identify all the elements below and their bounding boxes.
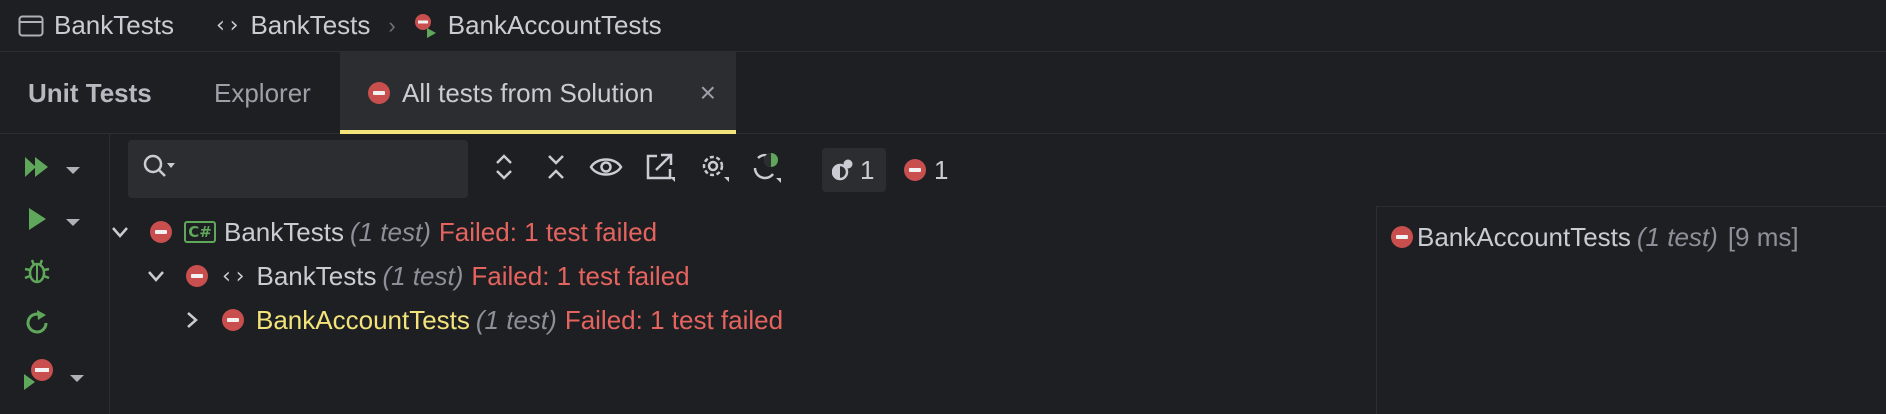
rerun-icon bbox=[22, 308, 52, 345]
run-icon bbox=[22, 206, 52, 239]
failed-counter[interactable]: 1 bbox=[904, 148, 948, 192]
tree-row-namespace[interactable]: ‹› BankTests (1 test) Failed: 1 test fai… bbox=[146, 254, 690, 298]
continuous-testing-icon bbox=[749, 150, 783, 191]
tree-row-count: (1 test) bbox=[382, 260, 464, 291]
tab-all-tests-session[interactable]: All tests from Solution × bbox=[340, 52, 736, 134]
expand-all-icon bbox=[492, 152, 516, 189]
failed-status-icon bbox=[150, 221, 172, 243]
tree-row-name: BankTests bbox=[224, 216, 344, 247]
tree-row-count: (1 test) bbox=[475, 304, 557, 335]
namespace-braces-icon: ‹› bbox=[213, 13, 241, 38]
tree-row-status: Failed: 1 test failed bbox=[471, 260, 690, 291]
settings-button[interactable] bbox=[696, 152, 732, 188]
breadcrumb-class[interactable]: BankAccountTests bbox=[414, 10, 662, 41]
debug-button[interactable] bbox=[22, 254, 92, 294]
export-button[interactable] bbox=[642, 152, 678, 188]
failed-run-icon bbox=[414, 13, 438, 39]
gear-icon bbox=[698, 151, 730, 190]
progress-count: 1 bbox=[860, 154, 875, 185]
tool-window-title: Unit Tests bbox=[28, 77, 152, 108]
rerun-button[interactable] bbox=[22, 306, 92, 346]
chevron-down-icon[interactable] bbox=[66, 218, 80, 226]
chevron-down-icon[interactable] bbox=[70, 374, 84, 382]
collapse-all-icon bbox=[544, 152, 568, 189]
breadcrumb-project[interactable]: BankTests bbox=[18, 10, 174, 41]
show-button[interactable] bbox=[588, 152, 624, 188]
eye-icon bbox=[589, 155, 623, 186]
tab-explorer[interactable]: Explorer bbox=[214, 52, 311, 134]
chevron-down-icon[interactable] bbox=[110, 226, 130, 238]
breadcrumb-separator-icon: › bbox=[388, 12, 396, 38]
continuous-testing-button[interactable] bbox=[748, 152, 784, 188]
tree-row-class[interactable]: BankAccountTests (1 test) Failed: 1 test… bbox=[182, 298, 783, 342]
unit-tests-tool-window: BankTests ‹› BankTests › BankAccountTest… bbox=[0, 0, 1886, 414]
tree-row-status: Failed: 1 test failed bbox=[564, 304, 784, 335]
failed-count: 1 bbox=[934, 154, 949, 185]
test-tree: C# BankTests (1 test) Failed: 1 test fai… bbox=[110, 210, 1376, 414]
close-icon[interactable]: × bbox=[700, 77, 716, 109]
tree-row-count: (1 test) bbox=[349, 216, 431, 247]
export-icon bbox=[644, 151, 676, 190]
tab-bar: Unit Tests Explorer All tests from Solut… bbox=[0, 52, 1886, 134]
run-button[interactable] bbox=[22, 202, 92, 242]
run-all-button[interactable] bbox=[22, 150, 92, 190]
progress-icon bbox=[832, 158, 854, 182]
tree-row-name: BankTests bbox=[256, 260, 377, 291]
breadcrumb-project-label: BankTests bbox=[54, 10, 174, 40]
failed-status-icon bbox=[186, 265, 208, 287]
breadcrumb-namespace[interactable]: ‹› BankTests bbox=[214, 10, 370, 41]
debug-icon bbox=[22, 256, 52, 293]
details-duration: [9 ms] bbox=[1727, 221, 1799, 252]
run-all-icon bbox=[22, 154, 52, 187]
search-field[interactable] bbox=[128, 140, 468, 198]
search-input[interactable] bbox=[186, 156, 466, 182]
run-failed-button[interactable] bbox=[22, 358, 92, 398]
left-toolbar bbox=[0, 134, 110, 414]
details-pane: BankAccountTests (1 test) [9 ms] bbox=[1376, 206, 1886, 414]
failed-status-icon bbox=[1391, 226, 1413, 248]
details-name: BankAccountTests bbox=[1417, 221, 1631, 252]
details-header: BankAccountTests (1 test) [9 ms] bbox=[1391, 215, 1799, 259]
tab-session-label: All tests from Solution bbox=[402, 77, 654, 108]
breadcrumb: BankTests ‹› BankTests › BankAccountTest… bbox=[0, 0, 1886, 52]
expand-all-button[interactable] bbox=[486, 152, 522, 188]
namespace-braces-icon: ‹› bbox=[220, 263, 247, 289]
details-count: (1 test) bbox=[1636, 221, 1718, 252]
failed-status-icon bbox=[904, 159, 926, 181]
window-icon bbox=[18, 15, 44, 37]
search-icon bbox=[142, 153, 176, 186]
session-toolbar: 1 1 bbox=[110, 134, 1886, 206]
chevron-down-icon[interactable] bbox=[146, 270, 166, 282]
run-failed-icon bbox=[22, 358, 56, 399]
failed-status-icon bbox=[222, 309, 244, 331]
tree-row-project[interactable]: C# BankTests (1 test) Failed: 1 test fai… bbox=[110, 210, 657, 254]
csharp-project-icon: C# bbox=[184, 221, 216, 243]
failed-status-icon bbox=[368, 82, 390, 104]
breadcrumb-namespace-label: BankTests bbox=[250, 10, 371, 40]
breadcrumb-class-label: BankAccountTests bbox=[447, 10, 662, 40]
collapse-all-button[interactable] bbox=[538, 152, 574, 188]
chevron-right-icon[interactable] bbox=[182, 311, 202, 329]
tree-row-name: BankAccountTests bbox=[256, 304, 470, 335]
tree-row-status: Failed: 1 test failed bbox=[438, 216, 658, 247]
progress-counter[interactable]: 1 bbox=[822, 148, 886, 192]
chevron-down-icon[interactable] bbox=[66, 166, 80, 174]
